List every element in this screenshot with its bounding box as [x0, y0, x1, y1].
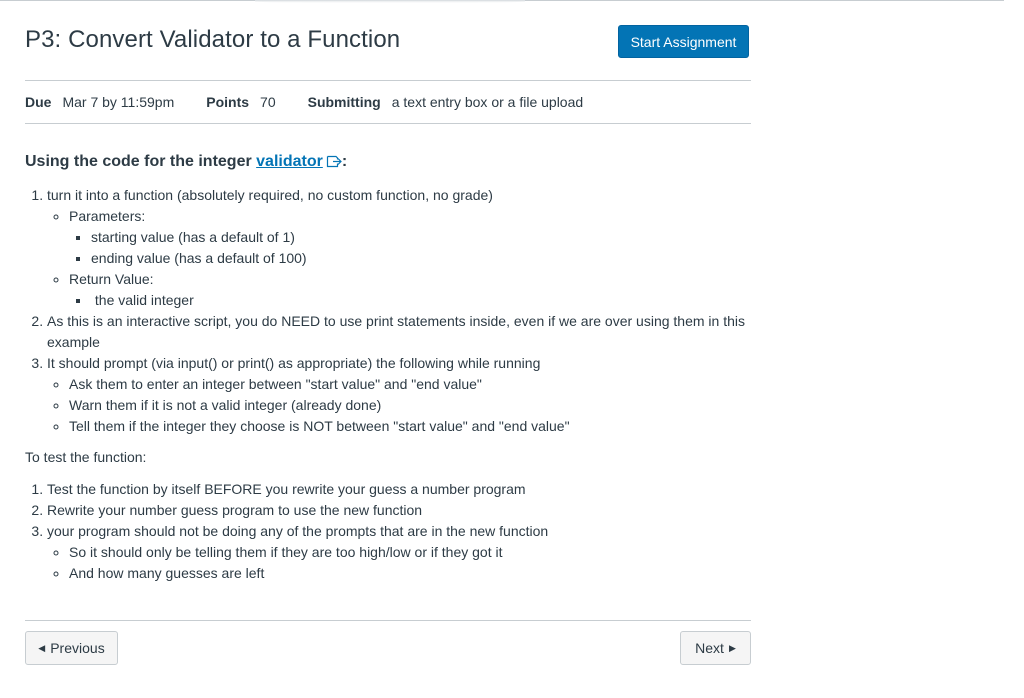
submitting-detail: Submitting a text entry box or a file upl…	[308, 94, 584, 110]
caret-right-icon: ▶	[728, 642, 736, 653]
due-label: Due	[25, 94, 52, 110]
list-item: Parameters: starting value (has a defaul…	[69, 206, 751, 269]
points-detail: Points 70	[206, 94, 275, 110]
due-value: Mar 7 by 11:59pm	[62, 94, 175, 110]
list-item: the valid integer	[91, 290, 751, 311]
heading-suffix: :	[341, 153, 348, 170]
description-heading: Using the code for the integer validator…	[25, 150, 751, 176]
requirements-list: turn it into a function (absolutely requ…	[25, 185, 751, 437]
list-item: Warn them if it is not a valid integer (…	[69, 395, 751, 416]
assignment-details: Due Mar 7 by 11:59pm Points 70 Submitting a…	[25, 80, 751, 124]
due-detail: Due Mar 7 by 11:59pm	[25, 94, 174, 110]
list-item: your program should not be doing any of …	[47, 521, 751, 584]
submitting-label: Submitting	[307, 94, 381, 110]
heading-prefix: Using the code for the integer	[25, 153, 257, 170]
assignment-description: Using the code for the integer validator…	[25, 150, 751, 584]
submitting-value: a text entry box or a file upload	[391, 94, 584, 110]
start-assignment-button[interactable]: Start Assignment	[618, 25, 749, 58]
previous-label: Previous	[50, 640, 105, 656]
external-link-icon[interactable]	[326, 152, 342, 176]
list-item: And how many guesses are left	[69, 563, 751, 584]
sub-sub-list: starting value (has a default of 1) endi…	[69, 227, 751, 269]
sub-list: Parameters: starting value (has a defaul…	[47, 206, 751, 311]
test-intro: To test the function:	[25, 449, 147, 465]
caret-left-icon: ◀	[38, 642, 46, 653]
validator-link[interactable]: validator	[256, 153, 323, 170]
list-item: ending value (has a default of 100)	[91, 248, 751, 269]
footer-divider	[25, 620, 751, 621]
list-item: Return Value: the valid integer	[69, 269, 751, 311]
list-item: Tell them if the integer they choose is …	[69, 416, 751, 437]
list-item: turn it into a function (absolutely requ…	[47, 185, 751, 311]
list-item: Test the function by itself BEFORE you r…	[47, 479, 751, 500]
list-item: As this is an interactive script, you do…	[47, 311, 751, 353]
points-value: 70	[260, 94, 276, 110]
sub-list: Ask them to enter an integer between "st…	[47, 374, 751, 437]
list-item: So it should only be telling them if the…	[69, 542, 751, 563]
list-item: It should prompt (via input() or print()…	[47, 353, 751, 437]
previous-button[interactable]: ◀ Previous	[25, 631, 118, 665]
points-label: Points	[206, 94, 250, 110]
header-shadow	[255, 0, 525, 3]
sub-sub-list: the valid integer	[69, 290, 751, 311]
sub-list: So it should only be telling them if the…	[47, 542, 751, 584]
next-button[interactable]: Next ▶	[680, 631, 751, 665]
list-item: starting value (has a default of 1)	[91, 227, 751, 248]
testing-list: Test the function by itself BEFORE you r…	[25, 479, 751, 584]
list-item: Ask them to enter an integer between "st…	[69, 374, 751, 395]
page-title: P3: Convert Validator to a Function	[25, 26, 401, 53]
next-label: Next	[695, 640, 724, 656]
list-item: Rewrite your number guess program to use…	[47, 500, 751, 521]
